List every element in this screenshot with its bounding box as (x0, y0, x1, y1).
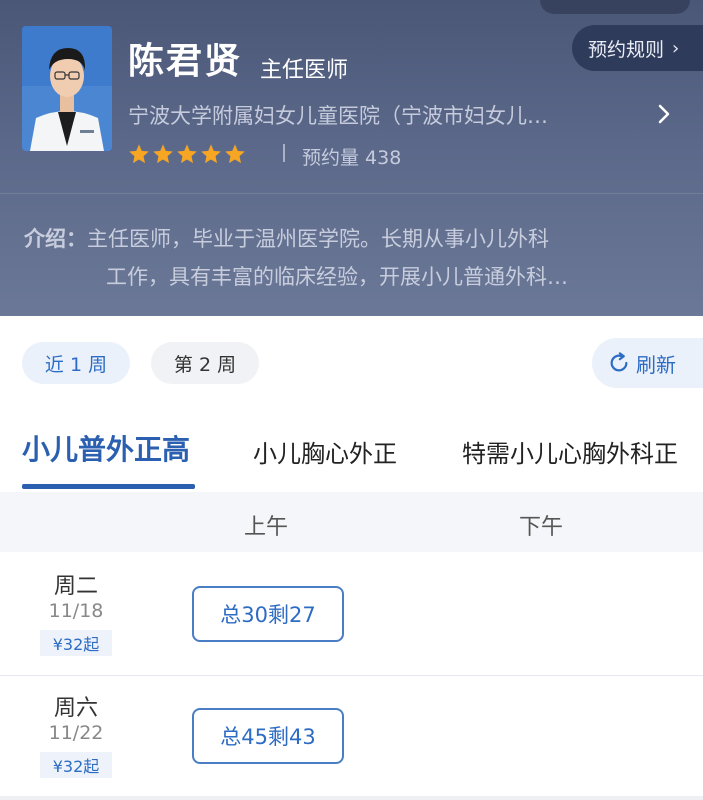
active-tab-indicator (22, 484, 195, 489)
intro-text-line1: 主任医师，毕业于温州医学院。长期从事小儿外科 (87, 227, 549, 251)
tab-pediatric-cardiothoracic[interactable]: 小儿胸心外正 (253, 434, 397, 469)
star-icon (177, 144, 197, 164)
booking-count: 预约量 438 (302, 147, 402, 169)
chevron-right-icon[interactable] (652, 100, 676, 128)
price-tag: ¥32起 (40, 630, 112, 656)
intro-text-line2: 工作，具有丰富的临床经验，开展小儿普通外科… (106, 265, 568, 289)
week-chip-2[interactable]: 第 2 周 (151, 342, 259, 384)
booking-rules-label: 预约规则 (588, 38, 665, 61)
rating-stars (128, 143, 246, 165)
doctor-intro[interactable]: 介绍：主任医师，毕业于温州医学院。长期从事小儿外科 工作，具有丰富的临床经验，开… (24, 220, 674, 296)
schedule-header: 上午 下午 (0, 492, 703, 552)
doctor-header: 陈君贤 主任医师 预约规则 › 宁波大学附属妇女儿童医院（宁波市妇女儿… 预约量… (0, 0, 703, 316)
day-date: 11/18 (48, 600, 104, 622)
week-selector: 近 1 周 第 2 周 刷新 (0, 316, 703, 406)
bottom-strip (0, 796, 703, 800)
schedule-row: 周二 11/18 ¥32起 总30剩27 (0, 554, 703, 674)
week-chip-1[interactable]: 近 1 周 (22, 342, 130, 384)
department-tabs: 小儿普外正高 小儿胸心外正 特需小儿心胸外科正 (0, 406, 703, 492)
doctor-avatar (22, 26, 112, 151)
star-icon (153, 144, 173, 164)
tab-pediatric-general-surgery[interactable]: 小儿普外正高 (22, 428, 190, 468)
refresh-label: 刷新 (636, 352, 676, 377)
day-date: 11/22 (48, 722, 104, 744)
day-name: 周六 (53, 696, 98, 721)
header-divider (0, 193, 703, 194)
morning-slot-button[interactable]: 总30剩27 (192, 586, 344, 642)
star-icon (225, 144, 245, 164)
refresh-icon (610, 352, 628, 372)
tab-special-cardiothoracic[interactable]: 特需小儿心胸外科正 (462, 434, 678, 469)
morning-column-title: 上午 (244, 515, 289, 540)
hospital-name[interactable]: 宁波大学附属妇女儿童医院（宁波市妇女儿… (128, 100, 638, 130)
star-icon (201, 144, 221, 164)
doctor-title: 主任医师 (260, 58, 349, 83)
chevron-right-icon: › (672, 37, 680, 59)
rating-divider (283, 144, 285, 162)
booking-rules-button[interactable]: 预约规则 › (572, 25, 703, 71)
refresh-button[interactable]: 刷新 (592, 338, 703, 388)
doctor-name: 陈君贤 (128, 41, 243, 82)
day-name: 周二 (53, 574, 98, 599)
schedule-row: 周六 11/22 ¥32起 总45剩43 (0, 676, 703, 796)
star-icon (129, 144, 149, 164)
top-overlay-pill (540, 0, 690, 14)
price-tag: ¥32起 (40, 752, 112, 778)
morning-slot-button[interactable]: 总45剩43 (192, 708, 344, 764)
afternoon-column-title: 下午 (519, 515, 564, 540)
intro-label: 介绍： (24, 227, 87, 251)
